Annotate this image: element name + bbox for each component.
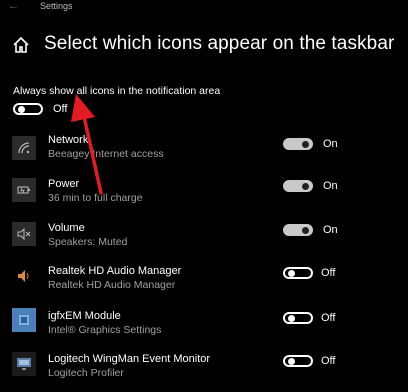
home-icon[interactable] <box>12 36 30 54</box>
network-toggle[interactable] <box>283 138 313 150</box>
realtek-toggle[interactable] <box>283 267 313 279</box>
app-subtitle: 36 min to full charge <box>48 192 143 204</box>
list-item-logitech: Logitech WingMan Event Monitor Logitech … <box>0 348 408 392</box>
realtek-speaker-icon <box>12 264 36 288</box>
app-name: igfxEM Module <box>48 310 121 322</box>
app-subtitle: Speakers: Muted <box>48 236 128 248</box>
back-arrow-icon[interactable]: ← <box>8 0 19 12</box>
logitech-toggle[interactable] <box>283 355 313 367</box>
intel-graphics-icon <box>12 308 36 332</box>
toggle-state: Off <box>321 267 336 279</box>
always-show-toggle[interactable] <box>13 103 43 115</box>
app-subtitle: Realtek HD Audio Manager <box>48 279 176 291</box>
app-name: Realtek HD Audio Manager <box>48 265 182 277</box>
toggle-state: Off <box>321 355 336 367</box>
app-name: Power <box>48 178 80 190</box>
toggle-state: On <box>323 138 338 150</box>
list-item-volume: Volume Speakers: Muted On <box>0 216 408 260</box>
volume-toggle[interactable] <box>283 224 313 236</box>
app-subtitle: Intel® Graphics Settings <box>48 324 162 336</box>
always-show-label: Always show all icons in the notificatio… <box>13 85 221 97</box>
app-name: Network <box>48 134 89 146</box>
list-item-realtek: Realtek HD Audio Manager Realtek HD Audi… <box>0 260 408 304</box>
app-subtitle: Logitech Profiler <box>48 367 124 379</box>
battery-icon <box>12 178 36 202</box>
network-icon <box>12 136 36 160</box>
title-bar: ← Settings <box>0 0 408 18</box>
app-subtitle: Beeagey Internet access <box>48 148 164 160</box>
app-name: Logitech WingMan Event Monitor <box>48 353 211 365</box>
igfxem-toggle[interactable] <box>283 312 313 324</box>
window-title: Settings <box>40 1 73 11</box>
speaker-muted-icon <box>12 222 36 246</box>
logitech-monitor-icon <box>12 352 36 376</box>
toggle-state: On <box>323 180 338 192</box>
always-show-state: Off <box>53 103 68 115</box>
app-name: Volume <box>48 222 85 234</box>
toggle-state: On <box>323 224 338 236</box>
list-item-network: Network Beeagey Internet access On <box>0 128 408 172</box>
page-title: Select which icons appear on the taskbar <box>44 33 395 54</box>
annotation-arrow-head <box>71 94 95 122</box>
power-toggle[interactable] <box>283 180 313 192</box>
list-item-igfxem: igfxEM Module Intel® Graphics Settings O… <box>0 305 408 349</box>
toggle-state: Off <box>321 312 336 324</box>
list-item-power: Power 36 min to full charge On <box>0 172 408 216</box>
